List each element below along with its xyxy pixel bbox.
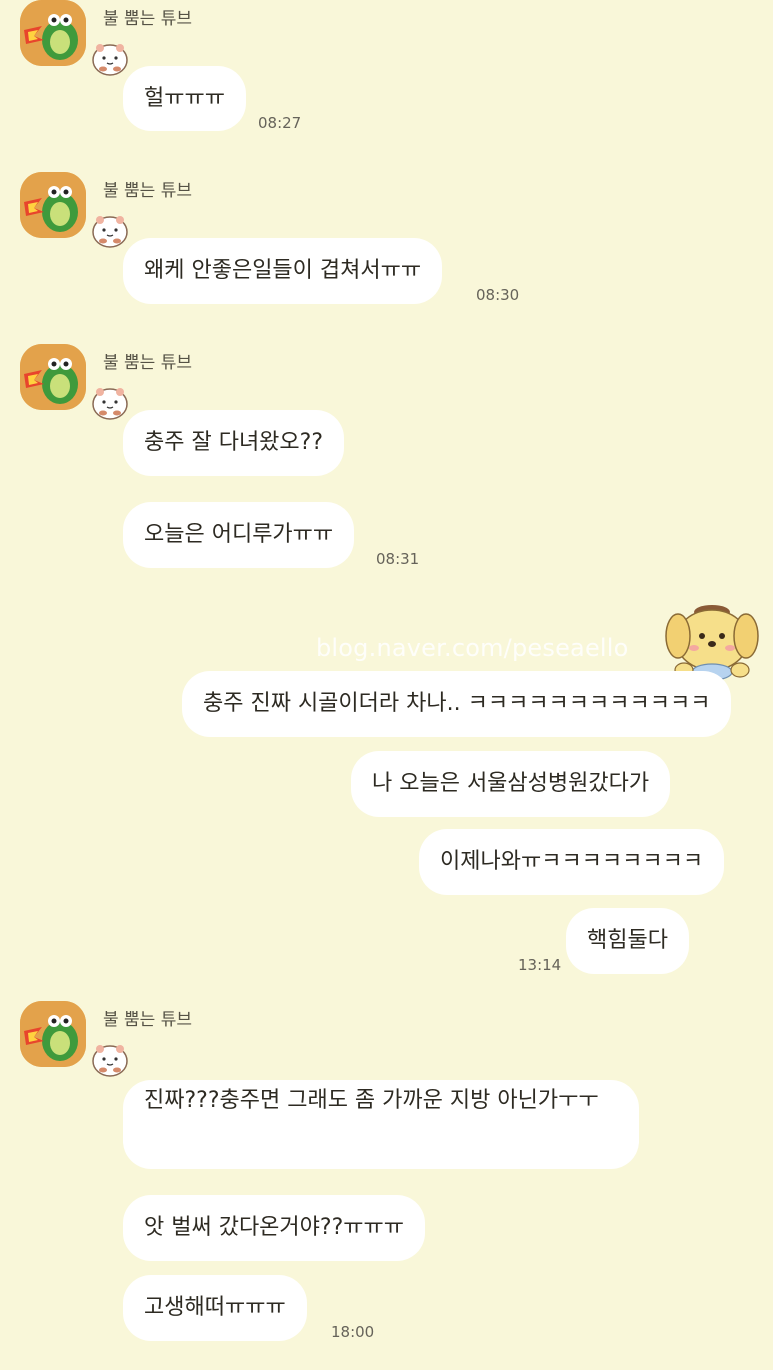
sender-name: 불 뿜는 튜브 <box>103 9 193 29</box>
message-time: 13:14 <box>518 956 562 974</box>
message-text: 나 오늘은 서울삼성병원갔다가 <box>372 771 650 796</box>
sender-avatar[interactable] <box>20 172 86 238</box>
message-text: 충주 진짜 시골이더라 차나.. ㅋㅋㅋㅋㅋㅋㅋㅋㅋㅋㅋㅋ <box>203 691 711 716</box>
fire-breathing-tube-avatar-icon <box>20 1001 86 1067</box>
message-time: 08:31 <box>376 550 420 568</box>
fire-breathing-tube-avatar-icon <box>20 0 86 66</box>
message-text: 이제나와ㅠㅋㅋㅋㅋㅋㅋㅋㅋ <box>440 849 704 874</box>
hamster-sticker-icon <box>89 36 131 78</box>
my-message-bubble[interactable]: 이제나와ㅠㅋㅋㅋㅋㅋㅋㅋㅋ <box>419 829 725 895</box>
message-text: 왜케 안좋은일들이 겹쳐서ㅠㅠ <box>144 258 422 283</box>
message-bubble[interactable]: 고생해떠ㅠㅠㅠ <box>123 1275 307 1341</box>
sender-name: 불 뿜는 튜브 <box>103 353 193 373</box>
message-bubble[interactable]: 오늘은 어디루가ㅠㅠ <box>123 502 355 568</box>
message-bubble[interactable]: 헐ㅠㅠㅠ <box>123 66 246 131</box>
message-text: 오늘은 어디루가ㅠㅠ <box>144 522 334 547</box>
message-time: 08:27 <box>258 114 302 132</box>
message-text: 고생해떠ㅠㅠㅠ <box>144 1295 286 1320</box>
message-text: 진짜???충주면 그래도 좀 가까운 지방 아닌가ㅜㅜ <box>144 1088 599 1113</box>
sender-avatar[interactable] <box>20 1001 86 1067</box>
message-text: 충주 잘 다녀왔오?? <box>144 430 324 455</box>
sender-avatar[interactable] <box>20 344 86 410</box>
fire-breathing-tube-avatar-icon <box>20 344 86 410</box>
my-message-bubble[interactable]: 충주 진짜 시골이더라 차나.. ㅋㅋㅋㅋㅋㅋㅋㅋㅋㅋㅋㅋ <box>182 671 732 737</box>
message-time: 18:00 <box>331 1323 375 1341</box>
hamster-sticker-icon <box>89 1037 131 1079</box>
hamster-sticker-icon <box>89 208 131 250</box>
hamster-sticker-icon <box>89 380 131 422</box>
sender-name: 불 뿜는 튜브 <box>103 1010 193 1030</box>
message-bubble[interactable]: 충주 잘 다녀왔오?? <box>123 410 345 476</box>
message-bubble[interactable]: 왜케 안좋은일들이 겹쳐서ㅠㅠ <box>123 238 443 304</box>
sender-name: 불 뿜는 튜브 <box>103 181 193 201</box>
my-message-bubble[interactable]: 핵힘둘다 <box>566 908 689 974</box>
fire-breathing-tube-avatar-icon <box>20 172 86 238</box>
message-time: 08:30 <box>476 286 520 304</box>
message-text: 앗 벌써 갔다온거야??ㅠㅠㅠ <box>144 1215 404 1240</box>
blog-watermark: blog.naver.com/peseaello <box>316 634 629 662</box>
message-text: 핵힘둘다 <box>587 928 668 953</box>
my-message-bubble[interactable]: 나 오늘은 서울삼성병원갔다가 <box>351 751 671 817</box>
message-bubble[interactable]: 진짜???충주면 그래도 좀 가까운 지방 아닌가ㅜㅜ <box>123 1080 639 1169</box>
message-text: 헐ㅠㅠㅠ <box>144 86 225 111</box>
message-bubble[interactable]: 앗 벌써 갔다온거야??ㅠㅠㅠ <box>123 1195 425 1261</box>
sender-avatar[interactable] <box>20 0 86 66</box>
